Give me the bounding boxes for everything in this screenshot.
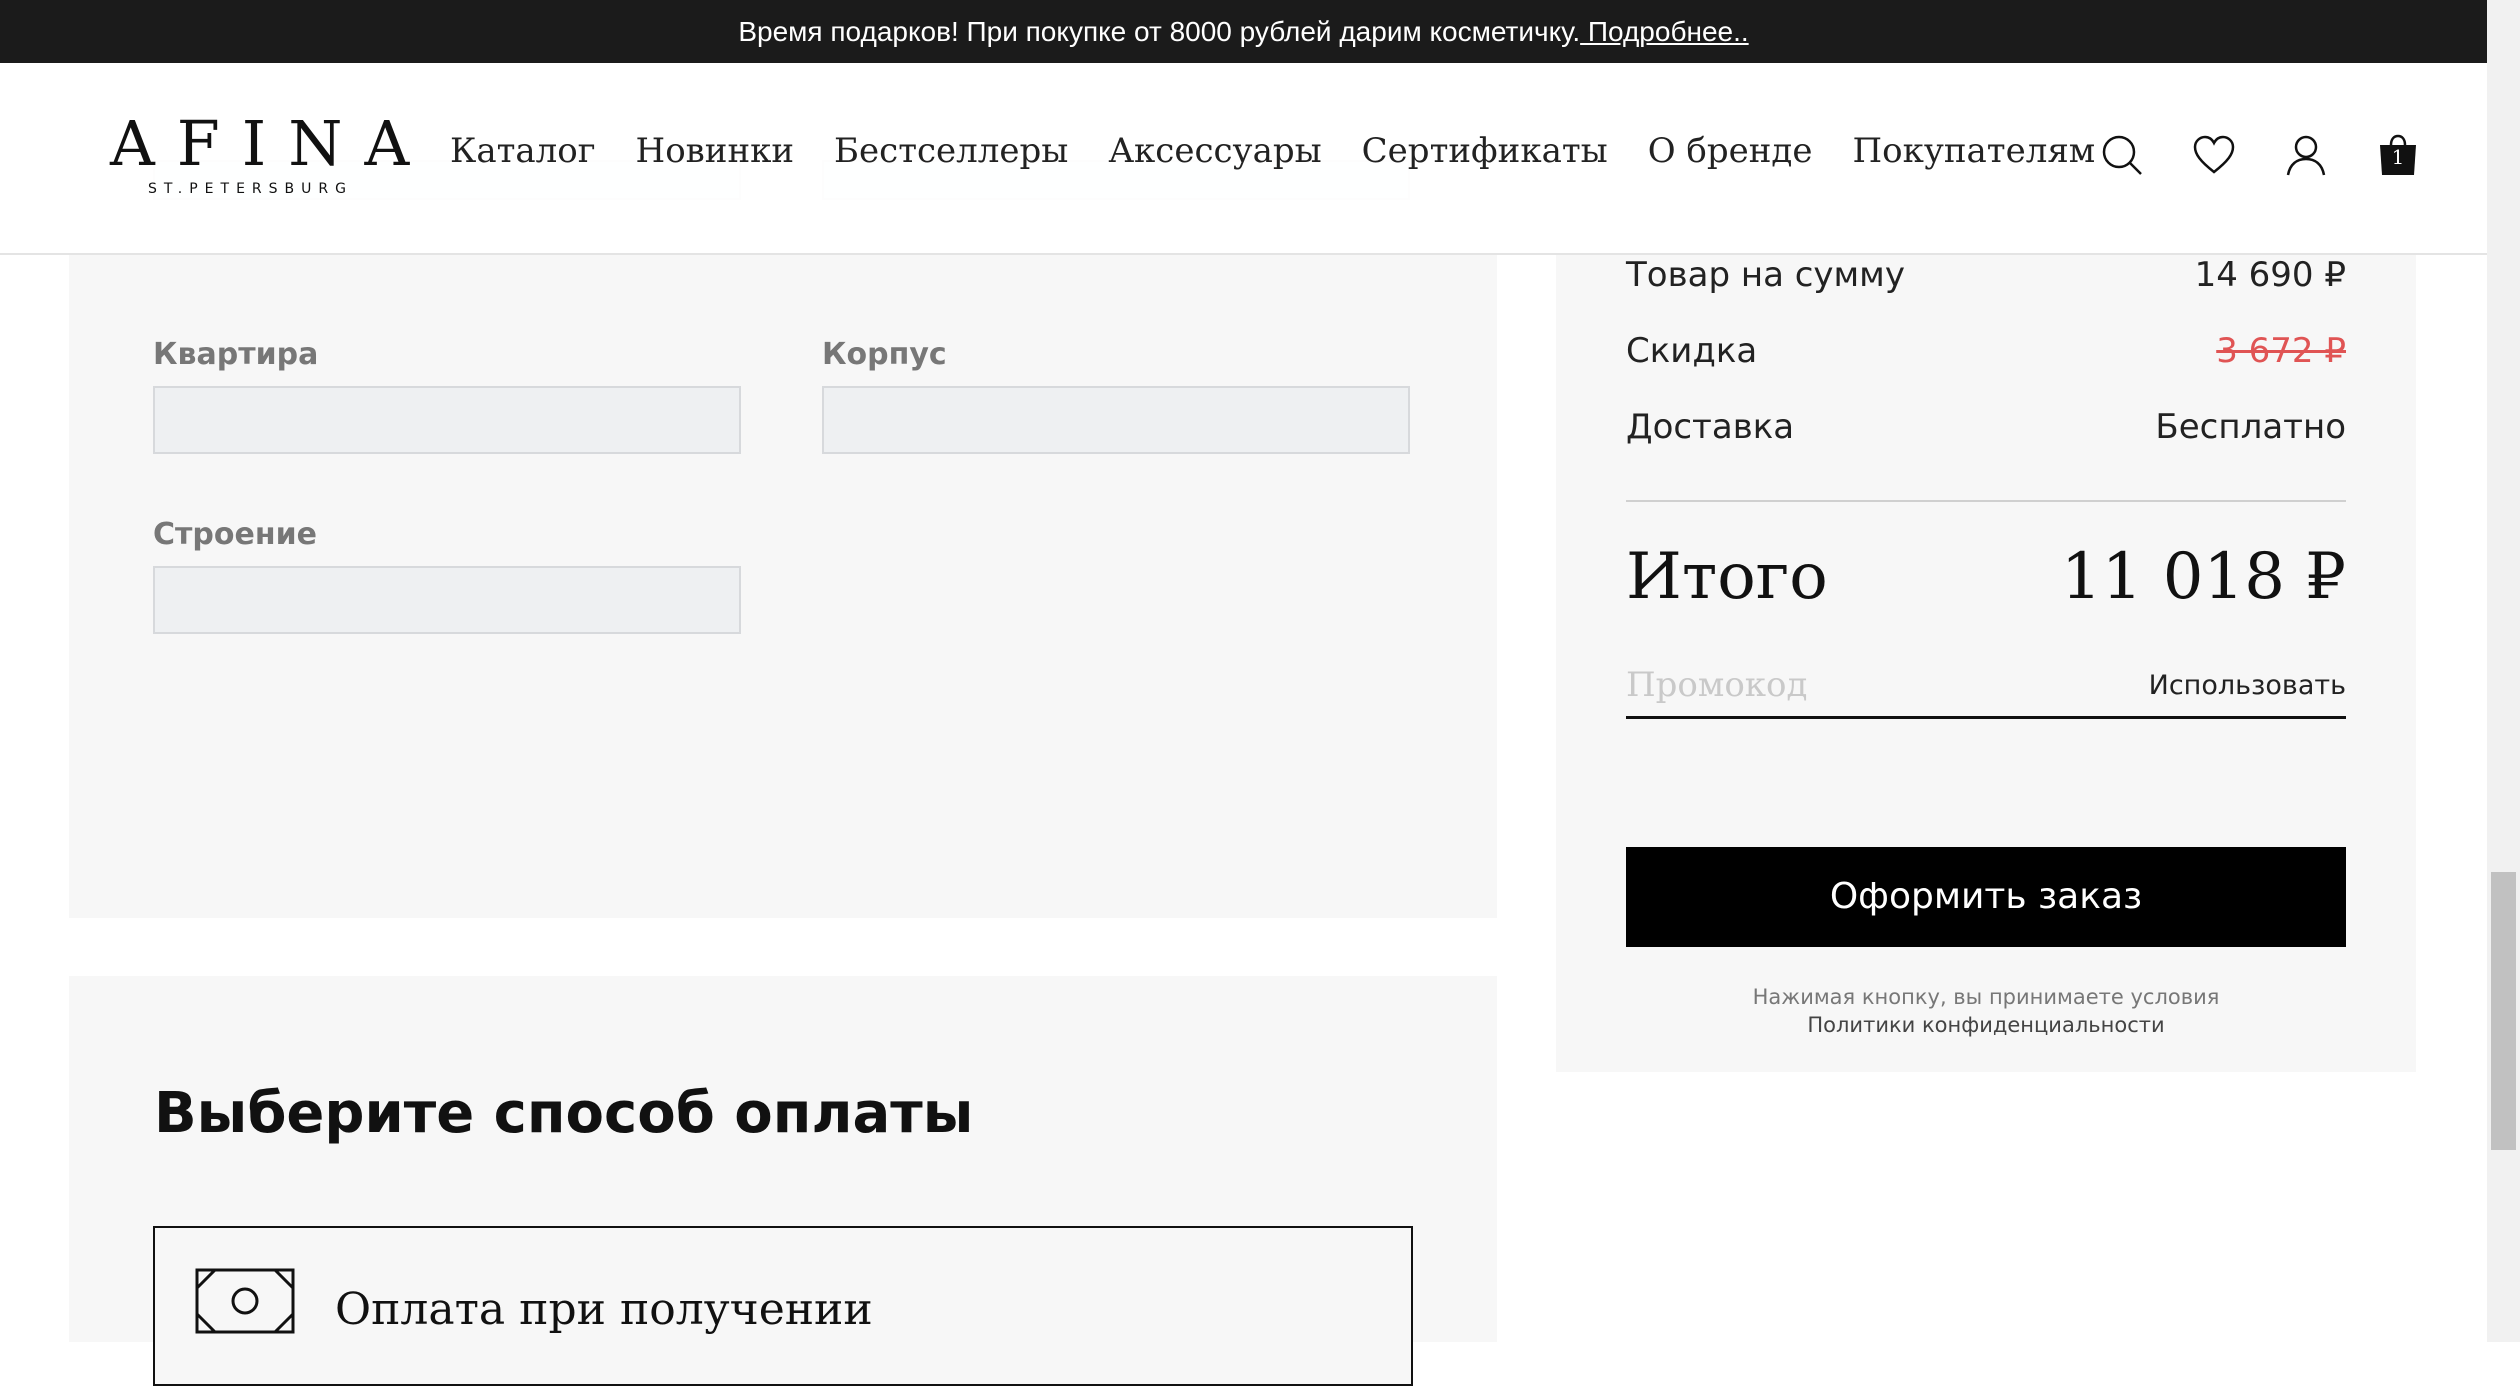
search-icon[interactable] [2100,133,2144,177]
delivery-label: Доставка [1626,407,1795,447]
payment-option-cash[interactable]: Оплата при получении [153,1226,1413,1386]
nav-item-customers[interactable]: Покупателям [1852,131,2095,171]
privacy-policy-link[interactable]: Политики конфиденциальности [1626,1011,2346,1039]
structure-label: Строение [153,517,317,552]
discount-value: 3 672 ₽ [2216,331,2346,371]
terms-text: Нажимая кнопку, вы принимаете условия [1752,985,2220,1009]
promo-code-input[interactable] [1626,660,2106,710]
apartment-label: Квартира [153,337,319,372]
user-icon[interactable] [2284,133,2328,177]
payment-title: Выберите способ оплаты [154,1081,974,1146]
building-input[interactable] [822,386,1410,454]
terms-note: Нажимая кнопку, вы принимаете условия По… [1626,983,2346,1039]
cart-count-badge: 1 [2391,145,2405,169]
heart-icon[interactable] [2192,133,2236,177]
address-form-panel: Квартира Корпус Строение [69,160,1497,918]
place-order-button[interactable]: Оформить заказ [1626,847,2346,947]
announcement-text: Время подарков! При покупке от 8000 рубл… [738,16,1581,47]
announcement-more-link[interactable]: Подробнее.. [1580,16,1749,47]
announcement-bar: Время подарков! При покупке от 8000 рубл… [0,0,2487,63]
cash-icon [195,1268,295,1334]
structure-input[interactable] [153,566,741,634]
total-label: Итого [1626,540,1828,614]
total-value: 11 018 ₽ [2061,540,2346,614]
site-header: AFINA ST.PETERSBURG Каталог Новинки Бест… [0,63,2487,255]
nav-item-certificates[interactable]: Сертификаты [1362,131,1608,171]
main-nav: Каталог Новинки Бестселлеры Аксессуары С… [450,131,2095,171]
subtotal-label: Товар на сумму [1626,255,1905,295]
nav-item-bestsellers[interactable]: Бестселлеры [834,131,1068,171]
subtotal-value: 14 690 ₽ [2194,255,2346,295]
logo-wordmark: AFINA [110,107,432,180]
page-scrollbar[interactable] [2487,0,2520,1342]
nav-item-catalog[interactable]: Каталог [450,131,596,171]
delivery-value: Бесплатно [2155,407,2346,447]
discount-label: Скидка [1626,331,1758,371]
nav-item-about[interactable]: О бренде [1648,131,1813,171]
building-label: Корпус [822,337,947,372]
header-icons: 1 [2100,133,2420,177]
scrollbar-thumb[interactable] [2491,872,2516,1150]
promo-apply-button[interactable]: Использовать [2149,670,2346,701]
summary-divider [1626,500,2346,502]
payment-option-label: Оплата при получении [335,1284,873,1335]
order-summary-panel: Товар на сумму 14 690 ₽ Скидка 3 672 ₽ Д… [1556,180,2416,1072]
nav-item-new[interactable]: Новинки [636,131,795,171]
logo[interactable]: AFINA ST.PETERSBURG [110,107,432,198]
cart-icon[interactable]: 1 [2376,133,2420,177]
nav-item-accessories[interactable]: Аксессуары [1108,131,1321,171]
promo-code-field: Использовать [1626,660,2346,719]
logo-subtitle: ST.PETERSBURG [148,181,353,197]
apartment-input[interactable] [153,386,741,454]
payment-panel: Выберите способ оплаты Оплата при получе… [69,976,1497,1386]
